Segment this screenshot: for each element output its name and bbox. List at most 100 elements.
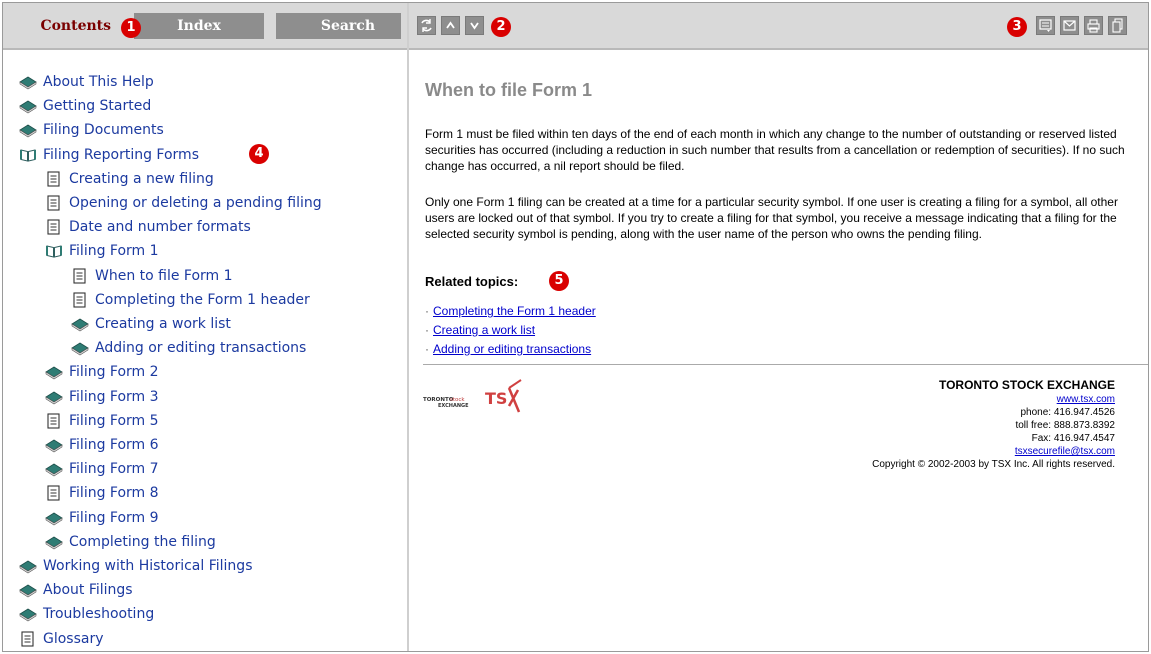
show-hide-button[interactable]: [1036, 16, 1055, 35]
nav-item[interactable]: Filing Form 8: [45, 482, 159, 504]
svg-text:TS: TS: [485, 389, 507, 408]
tab-search[interactable]: Search: [276, 13, 401, 39]
closed-book-icon: [45, 436, 63, 454]
closed-book-icon: [19, 557, 37, 575]
nav-item-label: Completing the filing: [69, 533, 216, 550]
phone-number: phone: 416.947.4526: [1020, 407, 1115, 418]
callout-badge-2: 2: [491, 17, 511, 37]
page-icon: [71, 267, 89, 285]
topic-pane: When to file Form 1 Form 1 must be filed…: [409, 52, 1148, 651]
nav-item[interactable]: Filing Documents: [19, 119, 164, 141]
closed-book-icon: [71, 315, 89, 333]
page-icon: [19, 630, 37, 648]
nav-item[interactable]: Completing the Form 1 header: [71, 289, 310, 311]
page-icon: [45, 218, 63, 236]
closed-book-icon: [45, 363, 63, 381]
page-icon: [45, 412, 63, 430]
contact-footer: TORONTO STOCK EXCHANGE www.tsx.com phone…: [872, 378, 1115, 471]
toll-free-number: toll free: 888.873.8392: [1015, 420, 1115, 431]
nav-item-label: Filing Form 2: [69, 364, 159, 381]
nav-item[interactable]: Opening or deleting a pending filing: [45, 192, 322, 214]
nav-item[interactable]: Filing Reporting Forms: [19, 144, 199, 166]
nav-item[interactable]: Filing Form 5: [45, 410, 159, 432]
nav-item-label: When to file Form 1: [95, 267, 233, 284]
callout-badge-4: 4: [249, 144, 269, 164]
paragraph-1: Form 1 must be filed within ten days of …: [425, 127, 1125, 173]
email-button[interactable]: [1060, 16, 1079, 35]
copy-button[interactable]: [1108, 16, 1127, 35]
print-icon: [1087, 19, 1100, 33]
related-link[interactable]: · Adding or editing transactions: [425, 341, 591, 357]
closed-book-icon: [45, 460, 63, 478]
sync-toc-button[interactable]: [417, 16, 436, 35]
nav-item[interactable]: Completing the filing: [45, 531, 216, 553]
contents-tree: About This Help Getting Started Filing Doc…: [3, 52, 407, 651]
nav-item-label: Opening or deleting a pending filing: [69, 195, 322, 211]
tab-index[interactable]: Index: [134, 13, 264, 39]
paragraph-2: Only one Form 1 filing can be created at…: [425, 195, 1118, 241]
website-link[interactable]: www.tsx.com: [872, 393, 1115, 406]
nav-item-label: Adding or editing transactions: [95, 340, 307, 357]
nav-item-label: About Filings: [43, 582, 133, 599]
tab-contents[interactable]: Contents: [9, 13, 121, 39]
nav-item-label: Filing Reporting Forms: [43, 146, 199, 163]
nav-item-label: Filing Form 9: [69, 509, 159, 526]
nav-item[interactable]: Filing Form 7: [45, 458, 159, 480]
nav-item-label: Date and number formats: [69, 219, 251, 236]
page-title: When to file Form 1: [425, 80, 593, 100]
callout-badge-3: 3: [1007, 17, 1027, 37]
nav-item[interactable]: Filing Form 6: [45, 434, 159, 456]
nav-item[interactable]: Creating a new filing: [45, 168, 214, 190]
nav-item[interactable]: About Filings: [19, 579, 133, 601]
help-window: Contents Index Search 1 2 3 About This H…: [2, 2, 1149, 652]
nav-item[interactable]: Filing Form 3: [45, 386, 159, 408]
nav-item-label: Glossary: [43, 630, 104, 647]
nav-item[interactable]: Glossary: [19, 628, 104, 650]
nav-item-label: Filing Form 3: [69, 388, 159, 405]
nav-item-label: Filing Form 1: [69, 243, 159, 260]
nav-item-label: Filing Form 7: [69, 461, 159, 478]
nav-item-label: Filing Form 6: [69, 437, 159, 453]
nav-tabs: Contents Index Search 1: [3, 3, 407, 50]
nav-item[interactable]: About This Help: [19, 71, 154, 93]
related-link[interactable]: · Completing the Form 1 header: [425, 303, 596, 319]
page-icon: [45, 194, 63, 212]
related-link[interactable]: · Creating a work list: [425, 322, 535, 338]
nav-item-label: Filing Documents: [43, 122, 164, 139]
page-icon: [71, 291, 89, 309]
nav-item-label: Filing Form 5: [69, 412, 159, 429]
print-button[interactable]: [1084, 16, 1103, 35]
open-book-icon: [19, 146, 37, 164]
page-icon: [45, 170, 63, 188]
email-link[interactable]: tsxsecurefile@tsx.com: [872, 445, 1115, 458]
nav-item[interactable]: Getting Started: [19, 95, 151, 117]
up-arrow-icon: [446, 21, 455, 29]
closed-book-icon: [19, 73, 37, 91]
down-arrow-icon: [470, 22, 479, 30]
nav-item[interactable]: Creating a work list: [71, 313, 231, 335]
nav-item[interactable]: Adding or editing transactions: [71, 337, 306, 359]
closed-book-icon: [71, 339, 89, 357]
nav-item-label: Working with Historical Filings: [43, 558, 253, 574]
nav-item[interactable]: Working with Historical Filings: [19, 555, 253, 577]
nav-item[interactable]: Filing Form 9: [45, 507, 159, 529]
closed-book-icon: [45, 388, 63, 406]
previous-topic-button[interactable]: [441, 16, 460, 35]
top-toolbar: Contents Index Search 1 2 3: [3, 3, 1148, 50]
next-topic-button[interactable]: [465, 16, 484, 35]
nav-item[interactable]: Date and number formats: [45, 216, 251, 238]
closed-book-icon: [19, 97, 37, 115]
email-icon: [1063, 20, 1076, 31]
nav-item-label: About This Help: [43, 74, 154, 90]
nav-item[interactable]: Filing Form 2: [45, 361, 159, 383]
open-book-icon: [45, 242, 63, 260]
nav-item[interactable]: When to file Form 1: [71, 265, 233, 287]
fax-number: Fax: 416.947.4547: [1031, 433, 1115, 444]
show-hide-icon: [1039, 19, 1052, 32]
nav-item[interactable]: Filing Form 1: [45, 240, 159, 262]
nav-item-label: Completing the Form 1 header: [95, 291, 310, 308]
nav-item[interactable]: Troubleshooting: [19, 603, 154, 625]
callout-badge-5: 5: [549, 271, 569, 291]
page-icon: [45, 484, 63, 502]
nav-item-label: Creating a work list: [95, 316, 231, 332]
